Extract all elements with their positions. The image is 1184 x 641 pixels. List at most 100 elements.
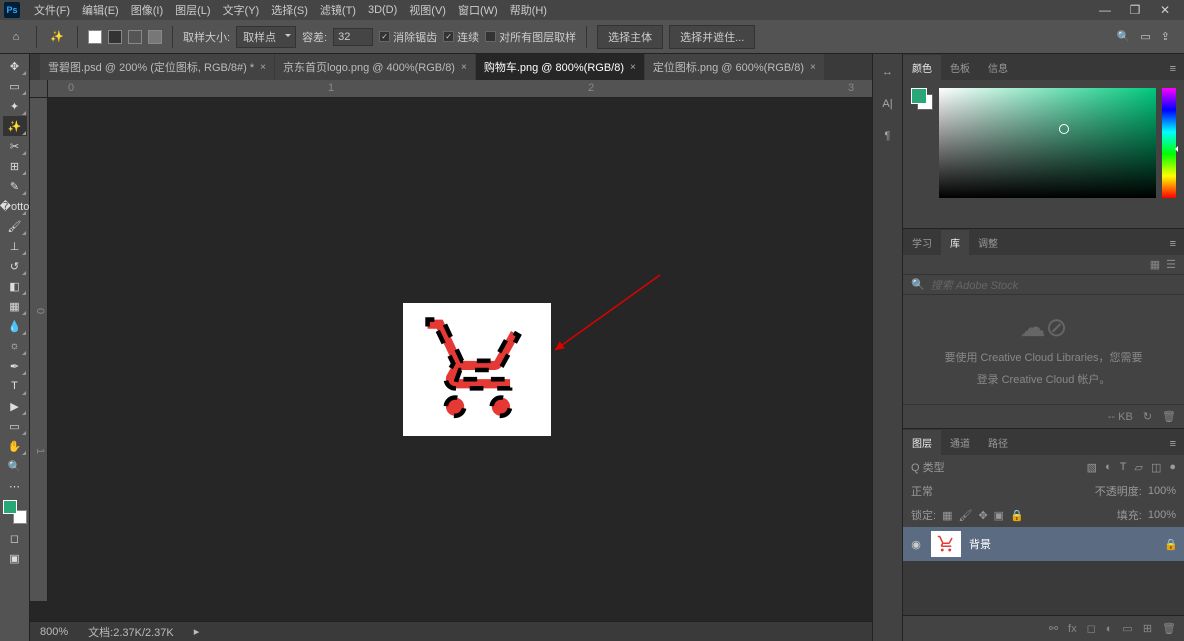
tab-channels[interactable]: 通道	[941, 430, 979, 455]
menu-layer[interactable]: 图层(L)	[169, 2, 216, 18]
magic-wand-tool[interactable]: ✨	[3, 116, 27, 136]
new-layer-icon[interactable]: ⊞	[1143, 622, 1152, 635]
group-icon[interactable]: ▭	[1122, 622, 1132, 635]
search-icon[interactable]: 🔍	[1117, 30, 1131, 43]
character-panel-icon[interactable]: A|	[880, 96, 896, 112]
zoom-tool[interactable]: 🔍	[3, 456, 27, 476]
layer-kind-filter[interactable]: Q 类型	[911, 459, 945, 475]
tab-layers[interactable]: 图层	[903, 430, 941, 455]
lock-all-icon[interactable]: 🔒	[1010, 509, 1024, 522]
path-select-tool[interactable]: ▶	[3, 396, 27, 416]
menu-type[interactable]: 文字(Y)	[217, 2, 266, 18]
menu-edit[interactable]: 编辑(E)	[76, 2, 125, 18]
tab-swatches[interactable]: 色板	[941, 55, 979, 80]
select-mask-button[interactable]: 选择并遮住...	[669, 25, 755, 49]
close-icon[interactable]: ×	[461, 62, 467, 73]
move-tool[interactable]: ✥	[3, 56, 27, 76]
menu-select[interactable]: 选择(S)	[265, 2, 314, 18]
hue-slider[interactable]	[1162, 88, 1176, 198]
lock-icon[interactable]: 🔒	[1164, 538, 1178, 551]
menu-image[interactable]: 图像(I)	[125, 2, 169, 18]
lib-sync-icon[interactable]: ↻	[1143, 410, 1152, 423]
horizontal-ruler[interactable]: 0 1 2 3	[48, 80, 872, 98]
chevron-right-icon[interactable]: ▸	[194, 625, 200, 638]
canvas[interactable]	[403, 303, 551, 436]
menu-file[interactable]: 文件(F)	[28, 2, 76, 18]
blur-tool[interactable]: 💧	[3, 316, 27, 336]
screen-mode-tool[interactable]: ▣	[3, 548, 27, 568]
layer-name[interactable]: 背景	[969, 536, 1156, 552]
history-brush-tool[interactable]: ↺	[3, 256, 27, 276]
layer-background[interactable]: ◉ 背景 🔒	[903, 527, 1184, 561]
sample-swatch-2[interactable]	[108, 30, 122, 44]
menu-view[interactable]: 视图(V)	[403, 2, 452, 18]
workspace-icon[interactable]: ▭	[1140, 30, 1150, 43]
sample-swatch-1[interactable]	[88, 30, 102, 44]
tab-libraries[interactable]: 库	[941, 230, 969, 255]
window-minimize[interactable]: —	[1090, 3, 1120, 17]
visibility-icon[interactable]: ◉	[909, 538, 923, 551]
lock-trans-icon[interactable]: ▦	[942, 509, 952, 522]
eyedropper-tool[interactable]: ✎	[3, 176, 27, 196]
fill-value[interactable]: 100%	[1148, 509, 1176, 521]
paragraph-panel-icon[interactable]: ¶	[880, 128, 896, 144]
delete-layer-icon[interactable]: 🗑	[1162, 622, 1176, 635]
layer-thumbnail[interactable]	[931, 531, 961, 557]
lock-paint-icon[interactable]: 🖌	[958, 509, 972, 522]
antialias-checkbox[interactable]: ✓消除锯齿	[379, 29, 437, 45]
home-icon[interactable]: ⌂	[6, 27, 26, 47]
menu-3d[interactable]: 3D(D)	[362, 4, 403, 16]
filter-toggle-icon[interactable]: ●	[1169, 461, 1176, 474]
sample-swatch-3[interactable]	[128, 30, 142, 44]
adjustment-layer-icon[interactable]: ◐	[1106, 623, 1113, 635]
layer-mask-icon[interactable]: ◻	[1087, 622, 1096, 635]
doc-tab-0[interactable]: 雪碧图.psd @ 200% (定位图标, RGB/8#) *×	[40, 54, 274, 80]
dodge-tool[interactable]: ☼	[3, 336, 27, 356]
foreground-background-color[interactable]	[3, 500, 27, 524]
history-panel-icon[interactable]: ↔	[880, 64, 896, 80]
crop-tool[interactable]: ✂	[3, 136, 27, 156]
menu-filter[interactable]: 滤镜(T)	[314, 2, 362, 18]
canvas-viewport[interactable]: 0 1 2 3 0 1	[30, 80, 872, 621]
current-tool-icon[interactable]: ✨	[47, 27, 67, 47]
eraser-tool[interactable]: ◧	[3, 276, 27, 296]
close-icon[interactable]: ×	[260, 62, 266, 73]
doc-size[interactable]: 文档:2.37K/2.37K	[88, 624, 174, 640]
share-icon[interactable]: ⇪	[1161, 30, 1170, 43]
color-fgbg[interactable]	[911, 88, 933, 110]
quick-mask-tool[interactable]: ◻	[3, 528, 27, 548]
sample-size-dropdown[interactable]: 取样点	[236, 26, 296, 48]
tab-info[interactable]: 信息	[979, 55, 1017, 80]
panel-menu-icon[interactable]: ≡	[1162, 58, 1184, 80]
edit-toolbar[interactable]: ⋯	[3, 476, 27, 496]
filter-shape-icon[interactable]: ▱	[1134, 461, 1142, 474]
doc-tab-2[interactable]: 购物车.png @ 800%(RGB/8)×	[476, 54, 644, 80]
lib-list-icon[interactable]: ☰	[1166, 258, 1176, 271]
select-subject-button[interactable]: 选择主体	[597, 25, 663, 49]
all-layers-checkbox[interactable]: 对所有图层取样	[485, 29, 576, 45]
filter-pixel-icon[interactable]: ▧	[1087, 461, 1097, 474]
healing-tool[interactable]: �otto	[3, 196, 27, 216]
tab-learn[interactable]: 学习	[903, 230, 941, 255]
color-field[interactable]	[939, 88, 1156, 198]
lib-search[interactable]: 搜索 Adobe Stock	[931, 277, 1176, 293]
blend-mode-dropdown[interactable]: 正常	[911, 483, 981, 499]
vertical-ruler[interactable]: 0 1	[30, 98, 48, 601]
contiguous-checkbox[interactable]: ✓连续	[443, 29, 479, 45]
hand-tool[interactable]: ✋	[3, 436, 27, 456]
stamp-tool[interactable]: ⊥	[3, 236, 27, 256]
lib-grid-icon[interactable]: ▦	[1150, 258, 1160, 271]
panel-menu-icon[interactable]: ≡	[1162, 433, 1184, 455]
type-tool[interactable]: T	[3, 376, 27, 396]
shape-tool[interactable]: ▭	[3, 416, 27, 436]
filter-type-icon[interactable]: T	[1120, 461, 1127, 474]
ruler-origin[interactable]	[30, 80, 48, 98]
menu-help[interactable]: 帮助(H)	[504, 2, 553, 18]
filter-adjust-icon[interactable]: ◐	[1105, 461, 1112, 474]
close-icon[interactable]: ×	[630, 62, 636, 73]
brush-tool[interactable]: 🖌	[3, 216, 27, 236]
panel-menu-icon[interactable]: ≡	[1162, 233, 1184, 255]
zoom-level[interactable]: 800%	[40, 626, 68, 638]
tolerance-input[interactable]: 32	[333, 28, 373, 46]
sample-swatch-4[interactable]	[148, 30, 162, 44]
